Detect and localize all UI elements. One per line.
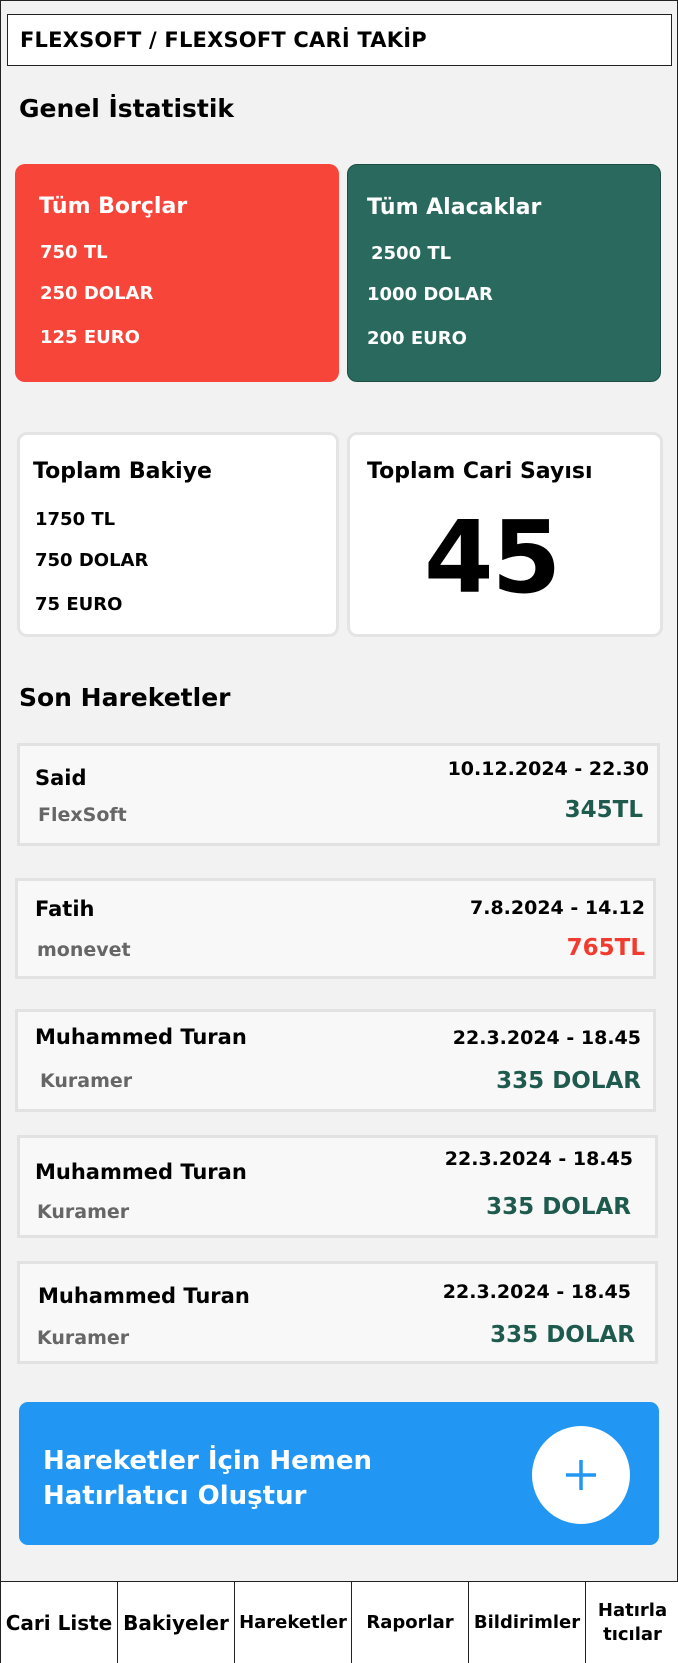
movement-item[interactable]: Muhammed Turan Kuramer 22.3.2024 - 18.45…	[17, 1261, 658, 1364]
movement-company: FlexSoft	[38, 804, 127, 826]
create-reminder-text-line2: Hatırlatıcı Oluştur	[43, 1481, 307, 1511]
add-reminder-button[interactable]	[532, 1426, 630, 1524]
account-count-value: 45	[424, 499, 561, 616]
nav-raporlar[interactable]: Raporlar	[352, 1582, 469, 1663]
create-reminder-banner[interactable]: Hareketler İçin Hemen Hatırlatıcı Oluştu…	[19, 1402, 659, 1545]
movement-amount: 335 DOLAR	[490, 1322, 635, 1348]
total-receivables-dollar: 1000 DOLAR	[367, 284, 493, 305]
movement-company: Kuramer	[37, 1201, 130, 1223]
movement-name: Said	[35, 766, 87, 790]
movement-name: Muhammed Turan	[38, 1284, 250, 1308]
bottom-navigation: Cari Liste Bakiyeler Hareketler Raporlar…	[1, 1581, 678, 1663]
total-debts-card[interactable]: Tüm Borçlar 750 TL 250 DOLAR 125 EURO	[15, 164, 339, 382]
total-receivables-tl: 2500 TL	[371, 243, 452, 264]
movement-company: Kuramer	[40, 1070, 133, 1092]
movement-date: 22.3.2024 - 18.45	[444, 1148, 633, 1170]
movement-date: 22.3.2024 - 18.45	[452, 1027, 641, 1049]
page-title: FLEXSOFT / FLEXSOFT CARİ TAKİP	[7, 14, 672, 66]
movement-item[interactable]: Fatih monevet 7.8.2024 - 14.12 765TL	[15, 878, 656, 979]
create-reminder-text-line1: Hareketler İçin Hemen	[43, 1446, 373, 1476]
nav-hareketler[interactable]: Hareketler	[235, 1582, 352, 1663]
total-receivables-title: Tüm Alacaklar	[367, 195, 542, 220]
nav-bakiyeler[interactable]: Bakiyeler	[118, 1582, 235, 1663]
total-balance-title: Toplam Bakiye	[33, 459, 212, 484]
movement-company: monevet	[37, 939, 131, 961]
movement-item[interactable]: Muhammed Turan Kuramer 22.3.2024 - 18.45…	[17, 1135, 658, 1238]
movement-amount: 345TL	[564, 797, 643, 823]
movement-item[interactable]: Muhammed Turan Kuramer 22.3.2024 - 18.45…	[15, 1009, 656, 1112]
plus-icon	[566, 1460, 596, 1490]
movement-date: 7.8.2024 - 14.12	[470, 897, 645, 919]
total-balance-card[interactable]: Toplam Bakiye 1750 TL 750 DOLAR 75 EURO	[17, 432, 339, 637]
movements-section-title: Son Hareketler	[19, 683, 231, 712]
movement-date: 22.3.2024 - 18.45	[442, 1281, 631, 1303]
total-debts-title: Tüm Borçlar	[39, 194, 188, 219]
stats-section-title: Genel İstatistik	[19, 94, 235, 123]
total-balance-tl: 1750 TL	[35, 509, 116, 530]
total-receivables-euro: 200 EURO	[367, 328, 467, 349]
total-debts-dollar: 250 DOLAR	[40, 283, 154, 304]
account-count-title: Toplam Cari Sayısı	[367, 459, 593, 484]
total-balance-euro: 75 EURO	[35, 594, 123, 615]
nav-cari-liste[interactable]: Cari Liste	[1, 1582, 118, 1663]
total-debts-tl: 750 TL	[40, 242, 108, 263]
movement-item[interactable]: Said FlexSoft 10.12.2024 - 22.30 345TL	[17, 743, 660, 846]
total-balance-dollar: 750 DOLAR	[35, 550, 149, 571]
nav-bildirimler[interactable]: Bildirimler	[469, 1582, 586, 1663]
total-debts-euro: 125 EURO	[40, 327, 140, 348]
create-reminder-text: Hareketler İçin Hemen Hatırlatıcı Oluştu…	[43, 1444, 423, 1514]
movement-name: Fatih	[35, 897, 95, 921]
movement-amount: 765TL	[566, 935, 645, 961]
movement-name: Muhammed Turan	[35, 1025, 247, 1049]
movement-date: 10.12.2024 - 22.30	[447, 758, 649, 780]
total-receivables-card[interactable]: Tüm Alacaklar 2500 TL 1000 DOLAR 200 EUR…	[347, 164, 661, 382]
nav-hatirlaticilar[interactable]: Hatırla tıcılar	[586, 1582, 678, 1663]
movement-amount: 335 DOLAR	[496, 1068, 641, 1094]
account-count-card[interactable]: Toplam Cari Sayısı 45	[347, 432, 663, 637]
movement-company: Kuramer	[37, 1327, 130, 1349]
movement-amount: 335 DOLAR	[486, 1194, 631, 1220]
app-frame: FLEXSOFT / FLEXSOFT CARİ TAKİP Genel İst…	[0, 0, 678, 1663]
movement-name: Muhammed Turan	[35, 1160, 247, 1184]
